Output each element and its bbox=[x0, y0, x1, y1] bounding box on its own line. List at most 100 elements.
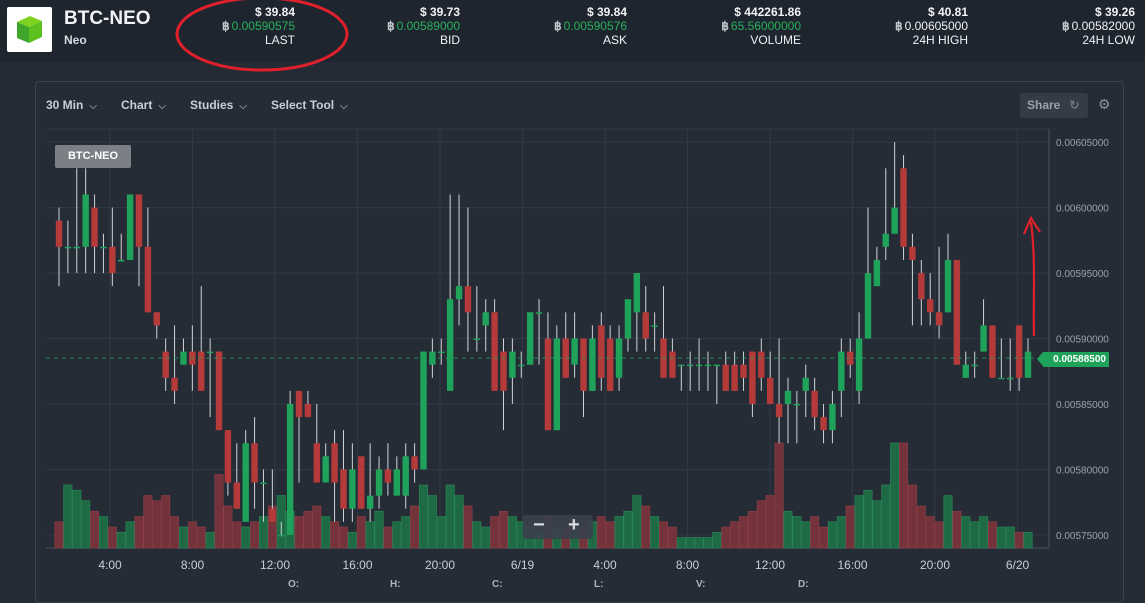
volume-bar bbox=[1005, 526, 1015, 549]
candle-down bbox=[384, 469, 392, 483]
x-tick-label: 4:00 bbox=[98, 558, 122, 572]
candle-up bbox=[873, 259, 881, 287]
candle-down bbox=[464, 286, 472, 313]
candlestick-chart[interactable]: 0.00575000 0.00580000 0.00585000 0.00590000… bbox=[0, 0, 1145, 595]
zoom-in-button[interactable]: + bbox=[568, 514, 580, 537]
candle-down bbox=[171, 377, 178, 391]
candle-up bbox=[553, 338, 561, 431]
volume-bar bbox=[659, 521, 669, 549]
volume-bar bbox=[116, 531, 126, 549]
volume-bar bbox=[232, 521, 242, 549]
candle-down bbox=[109, 246, 116, 274]
candle-down bbox=[758, 351, 765, 378]
candle-up bbox=[651, 325, 658, 327]
volume-bar bbox=[187, 521, 197, 549]
candle-down bbox=[233, 482, 240, 509]
volume-bar bbox=[819, 526, 829, 549]
volume-bar bbox=[472, 521, 482, 549]
volume-bar bbox=[632, 495, 642, 549]
volume-bar bbox=[125, 521, 135, 549]
candle-down bbox=[918, 273, 925, 300]
candle-up bbox=[526, 312, 534, 365]
volume-bar bbox=[756, 500, 766, 549]
volume-bar bbox=[401, 516, 411, 549]
volume-bar bbox=[81, 500, 91, 549]
volume-bar bbox=[943, 495, 953, 549]
last-price-tag: 0.00588500 bbox=[1037, 352, 1109, 367]
candle-up bbox=[375, 469, 383, 496]
volume-bar bbox=[427, 495, 437, 549]
x-tick-label: 16:00 bbox=[837, 558, 867, 572]
volume-bar bbox=[836, 516, 846, 549]
volume-bar bbox=[410, 505, 420, 549]
x-tick-label: 16:00 bbox=[342, 558, 372, 572]
x-tick-label: 4:00 bbox=[593, 558, 617, 572]
candle-up bbox=[624, 299, 632, 339]
candle-up bbox=[260, 482, 267, 485]
volume-bar bbox=[641, 505, 651, 549]
candle-down bbox=[295, 390, 303, 418]
volume-bar bbox=[694, 537, 704, 549]
volume-bar bbox=[276, 495, 286, 549]
candle-up bbox=[571, 338, 578, 365]
volume-bar bbox=[498, 510, 508, 549]
volume-bar bbox=[241, 526, 251, 549]
volume-bar bbox=[890, 442, 900, 549]
candle-up bbox=[322, 456, 329, 483]
candle-down bbox=[606, 338, 614, 391]
candle-down bbox=[580, 338, 587, 391]
volume-bar bbox=[650, 516, 660, 549]
volume-bar bbox=[365, 521, 375, 549]
candle-down bbox=[927, 299, 934, 313]
zoom-out-button[interactable]: − bbox=[533, 514, 545, 537]
candle-down bbox=[500, 351, 507, 391]
annotation-circle bbox=[175, 0, 349, 72]
volume-bar bbox=[463, 505, 473, 549]
volume-bar bbox=[143, 495, 153, 549]
candle-up bbox=[446, 299, 454, 391]
candle-up bbox=[678, 364, 685, 367]
candle-up bbox=[855, 338, 863, 391]
candle-up bbox=[633, 273, 641, 313]
candle-up bbox=[535, 312, 543, 314]
candle-up bbox=[713, 364, 721, 367]
candle-up bbox=[1007, 377, 1014, 380]
ohlc-volume-label: V: bbox=[696, 579, 706, 590]
candle-up bbox=[864, 273, 872, 339]
x-tick-label: 6/20 bbox=[1006, 558, 1030, 572]
y-tick-label: 0.00600000 bbox=[1056, 204, 1109, 215]
candle-up bbox=[393, 469, 401, 496]
candle-down bbox=[304, 403, 312, 418]
ohlc-low-label: L: bbox=[594, 579, 604, 590]
candle-down bbox=[598, 325, 605, 378]
volume-bar bbox=[90, 510, 100, 549]
candle-up bbox=[438, 351, 445, 354]
candle-down bbox=[544, 338, 552, 431]
candle-down bbox=[135, 194, 143, 247]
candle-down bbox=[340, 469, 347, 509]
candle-down bbox=[811, 390, 818, 418]
volume-bar bbox=[54, 521, 64, 549]
volume-bar bbox=[925, 516, 935, 549]
candle-down bbox=[900, 168, 907, 247]
candle-down bbox=[953, 259, 961, 365]
volume-bar bbox=[747, 510, 757, 549]
candle-down bbox=[313, 443, 321, 483]
volume-bar bbox=[196, 526, 206, 549]
candle-down bbox=[162, 351, 169, 378]
candle-up bbox=[242, 443, 249, 522]
candle-down bbox=[91, 207, 98, 247]
volume-bar bbox=[392, 521, 402, 549]
candle-down bbox=[1015, 325, 1023, 378]
volume-bar bbox=[934, 521, 944, 549]
volume-bar bbox=[703, 537, 713, 549]
volume-bar bbox=[481, 526, 491, 549]
volume-bar bbox=[98, 516, 108, 549]
candle-down bbox=[722, 364, 729, 391]
volume-bar bbox=[801, 521, 811, 549]
volume-bar bbox=[454, 495, 464, 549]
y-tick-label: 0.00580000 bbox=[1056, 465, 1109, 476]
volume-bar bbox=[970, 521, 980, 549]
volume-bar bbox=[872, 500, 882, 549]
volume-bar bbox=[854, 495, 864, 549]
